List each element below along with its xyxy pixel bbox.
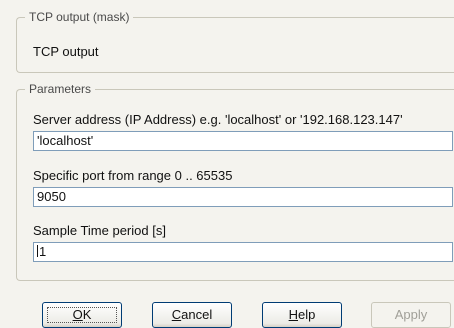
help-button-accel: H xyxy=(288,307,299,322)
help-button-label: elp xyxy=(298,307,316,322)
server-address-value: 'localhost' xyxy=(37,133,94,148)
ok-button-label: K xyxy=(82,307,92,322)
cancel-button-accel: C xyxy=(171,307,182,322)
parameters-group-legend: Parameters xyxy=(25,81,96,97)
sample-time-input[interactable]: 1 xyxy=(33,242,453,262)
apply-button[interactable]: Apply xyxy=(371,302,451,328)
sample-time-value: 1 xyxy=(39,244,47,259)
port-input[interactable]: 9050 xyxy=(33,187,453,207)
cancel-button-label: ancel xyxy=(181,307,213,322)
parameters-group: Parameters Server address (IP Address) e… xyxy=(16,81,454,281)
server-address-label: Server address (IP Address) e.g. 'localh… xyxy=(33,112,403,127)
text-caret xyxy=(37,245,38,257)
block-parameters-dialog: TCP output (mask) TCP output Parameters … xyxy=(0,0,454,328)
mask-group: TCP output (mask) TCP output xyxy=(16,9,454,73)
ok-button-accel: O xyxy=(72,307,83,322)
help-button[interactable]: Help xyxy=(262,302,342,328)
port-label: Specific port from range 0 .. 65535 xyxy=(33,168,233,183)
ok-button[interactable]: OK xyxy=(42,302,122,328)
port-value: 9050 xyxy=(37,189,66,204)
mask-group-legend: TCP output (mask) xyxy=(25,9,134,25)
cancel-button[interactable]: Cancel xyxy=(152,302,232,328)
mask-description: TCP output xyxy=(33,44,99,59)
sample-time-label: Sample Time period [s] xyxy=(33,223,166,238)
server-address-input[interactable]: 'localhost' xyxy=(33,131,453,151)
apply-button-label: Apply xyxy=(394,307,428,322)
